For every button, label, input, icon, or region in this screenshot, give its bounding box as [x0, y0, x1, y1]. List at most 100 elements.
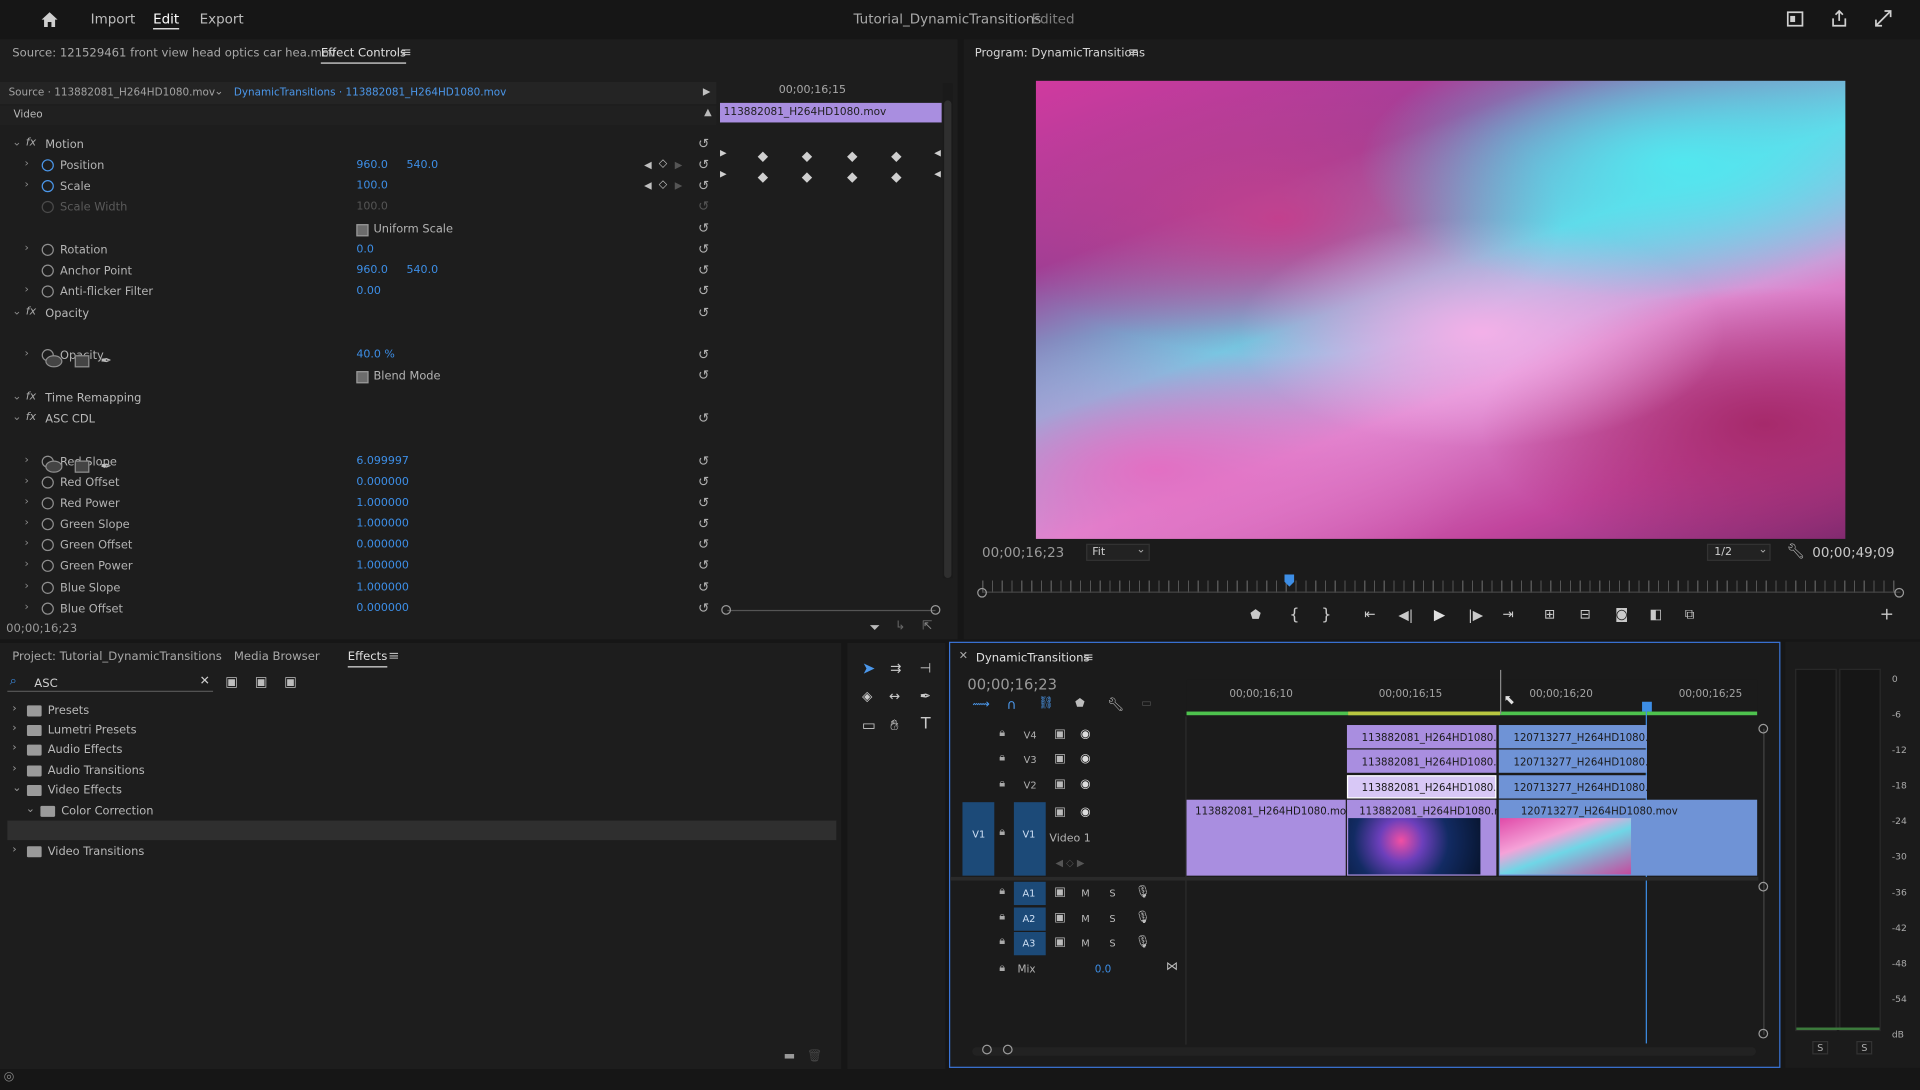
solo-button[interactable]: S — [1109, 914, 1115, 925]
uniform-scale-checkbox[interactable] — [356, 224, 369, 237]
marker-icon[interactable]: ⬟ — [1075, 698, 1085, 710]
mark-in-icon[interactable]: { — [1289, 606, 1299, 624]
slip-tool-icon[interactable]: ↔ — [889, 688, 900, 704]
lock-icon[interactable]: 🔒︎ — [999, 911, 1005, 923]
chevron-icon[interactable]: › — [24, 454, 28, 466]
stopwatch-icon[interactable] — [41, 243, 54, 256]
captions-icon[interactable]: ▭ — [1141, 698, 1151, 710]
share-icon[interactable] — [1831, 9, 1848, 27]
stopwatch-icon[interactable] — [41, 559, 54, 572]
sequence-tab[interactable]: DynamicTransitions — [976, 652, 1090, 665]
clip-v4-a[interactable]: 113882081_H264HD1080.m — [1346, 725, 1497, 749]
reset-icon[interactable]: ↺ — [698, 283, 709, 299]
wrench-icon[interactable]: 🔧︎ — [1787, 543, 1806, 560]
razor-tool-icon[interactable]: ◈ — [862, 688, 872, 704]
sync-lock-icon[interactable]: ▣ — [1054, 752, 1066, 765]
chevron-icon[interactable]: › — [24, 284, 28, 296]
scrubber-handle-left[interactable] — [977, 587, 987, 598]
chevron-icon[interactable]: ⌄ — [12, 137, 21, 149]
project-tab[interactable]: Project: Tutorial_DynamicTransitions — [12, 650, 222, 663]
keyframe[interactable] — [801, 151, 813, 162]
rectangle-mask-icon[interactable] — [74, 460, 90, 473]
pen-tool-icon[interactable]: ✒ — [920, 688, 931, 704]
add-keyframe-icon[interactable]: ◇ — [659, 158, 667, 170]
mix-icon[interactable]: ⋈ — [1166, 960, 1178, 973]
pen-mask-icon[interactable]: ✒ — [100, 353, 111, 369]
reset-icon[interactable]: ↺ — [698, 474, 709, 490]
reset-icon[interactable]: ↺ — [698, 367, 709, 383]
pen-mask-icon[interactable]: ✒ — [100, 458, 111, 474]
sync-lock-icon[interactable]: ▣ — [1054, 936, 1066, 949]
program-title[interactable]: Program: DynamicTransitions — [975, 47, 1145, 60]
ec-timecode[interactable]: 00;00;16;23 — [6, 622, 77, 635]
ec-value[interactable]: 100.0 — [356, 180, 388, 192]
program-timecode[interactable]: 00;00;16;23 — [982, 545, 1064, 561]
go-to-out-icon[interactable]: ⇥ — [1502, 606, 1513, 622]
sync-lock-icon[interactable]: ▣ — [1054, 885, 1066, 898]
tree-item-label[interactable]: Audio Transitions — [48, 764, 145, 777]
lift-icon[interactable]: ⊞ — [1544, 606, 1555, 622]
mix-value[interactable]: 0.0 — [1095, 964, 1112, 976]
ec-value[interactable]: 40.0 % — [356, 349, 395, 361]
edit-menu[interactable]: Edit — [153, 11, 179, 27]
collapse-icon[interactable]: ▲ — [704, 107, 712, 118]
keyframe[interactable] — [891, 151, 902, 162]
chevron-icon[interactable]: › — [24, 558, 28, 570]
keyframe[interactable] — [757, 151, 769, 162]
add-button-icon[interactable]: + — [1880, 605, 1894, 625]
import-menu[interactable]: Import — [91, 11, 136, 27]
chevron-icon[interactable]: › — [24, 538, 28, 550]
clip-v4-b[interactable]: 120713277_H264HD1080.m — [1498, 725, 1647, 749]
chevron-icon[interactable]: ⌄ — [26, 803, 35, 815]
reset-icon[interactable]: ↺ — [698, 579, 709, 595]
chevron-icon[interactable]: › — [12, 844, 16, 856]
ec-zoom-handle-right[interactable] — [930, 605, 941, 615]
32bit-effects-icon[interactable]: ▣ — [255, 674, 268, 690]
ec-value[interactable]: 1.000000 — [356, 560, 409, 572]
prev-keyframe-icon[interactable]: ◀ — [644, 180, 652, 191]
nest-icon[interactable]: ⟿ — [972, 698, 990, 711]
eye-icon[interactable]: ◉ — [1080, 806, 1091, 819]
fullscreen-icon[interactable] — [1875, 10, 1892, 27]
reset-icon[interactable]: ↺ — [698, 262, 709, 278]
scroll-handle[interactable] — [1758, 723, 1769, 734]
mark-out-icon[interactable]: } — [1321, 606, 1331, 624]
ec-value[interactable]: 1.000000 — [356, 497, 409, 509]
step-forward-icon[interactable]: |▶︎ — [1468, 607, 1483, 623]
stopwatch-icon[interactable] — [41, 285, 54, 298]
reset-icon[interactable]: ↺ — [698, 136, 709, 152]
ec-value[interactable]: 6.099997 — [356, 456, 409, 468]
rectangle-tool-icon[interactable]: ▭ — [862, 716, 876, 733]
comparison-view-icon[interactable]: ◧ — [1649, 606, 1662, 622]
reset-icon[interactable]: ↺ — [698, 178, 709, 194]
hscroll-handle[interactable] — [1002, 1044, 1013, 1055]
stopwatch-icon[interactable] — [41, 476, 54, 489]
ec-value[interactable]: 1.000000 — [356, 518, 409, 530]
hand-tool-icon[interactable]: ✋︎ — [890, 716, 898, 734]
clip-v3-a[interactable]: 113882081_H264HD1080.m — [1346, 749, 1497, 773]
next-keyframe-icon[interactable]: ▶ — [675, 159, 683, 170]
microphone-icon[interactable]: 🎙︎ — [1135, 911, 1151, 924]
stopwatch-icon[interactable] — [41, 180, 54, 193]
effect-controls-tab[interactable]: Effect Controls — [321, 47, 406, 60]
effects-tab[interactable]: Effects — [348, 650, 388, 663]
type-tool-icon[interactable]: T — [921, 715, 931, 733]
clip-v2-b[interactable]: 120713277_H264HD1080.m — [1498, 775, 1647, 799]
ec-scroll-thumb[interactable] — [944, 100, 952, 579]
play-icon[interactable]: ▶ — [1434, 606, 1445, 623]
ec-value[interactable]: 0.000000 — [356, 603, 409, 615]
lock-icon[interactable]: 🔒︎ — [999, 885, 1005, 897]
close-icon[interactable]: ✕ — [959, 650, 968, 662]
chevron-icon[interactable]: ⌄ — [12, 783, 21, 795]
tree-item-label[interactable]: Video Transitions — [48, 845, 145, 858]
home-icon[interactable] — [40, 11, 58, 28]
rectangle-mask-icon[interactable] — [74, 355, 90, 368]
sync-lock-icon[interactable]: ▣ — [1054, 727, 1066, 740]
ripple-edit-tool-icon[interactable]: ⊣ — [920, 660, 932, 676]
ec-value-2[interactable]: 540.0 — [407, 159, 439, 171]
solo-right-button[interactable]: S — [1856, 1040, 1873, 1055]
step-back-icon[interactable]: ◀︎| — [1398, 607, 1413, 623]
tree-item-label[interactable]: Lumetri Presets — [48, 724, 137, 737]
microphone-icon[interactable]: 🎙︎ — [1135, 936, 1151, 949]
reset-icon[interactable]: ↺ — [698, 198, 709, 214]
